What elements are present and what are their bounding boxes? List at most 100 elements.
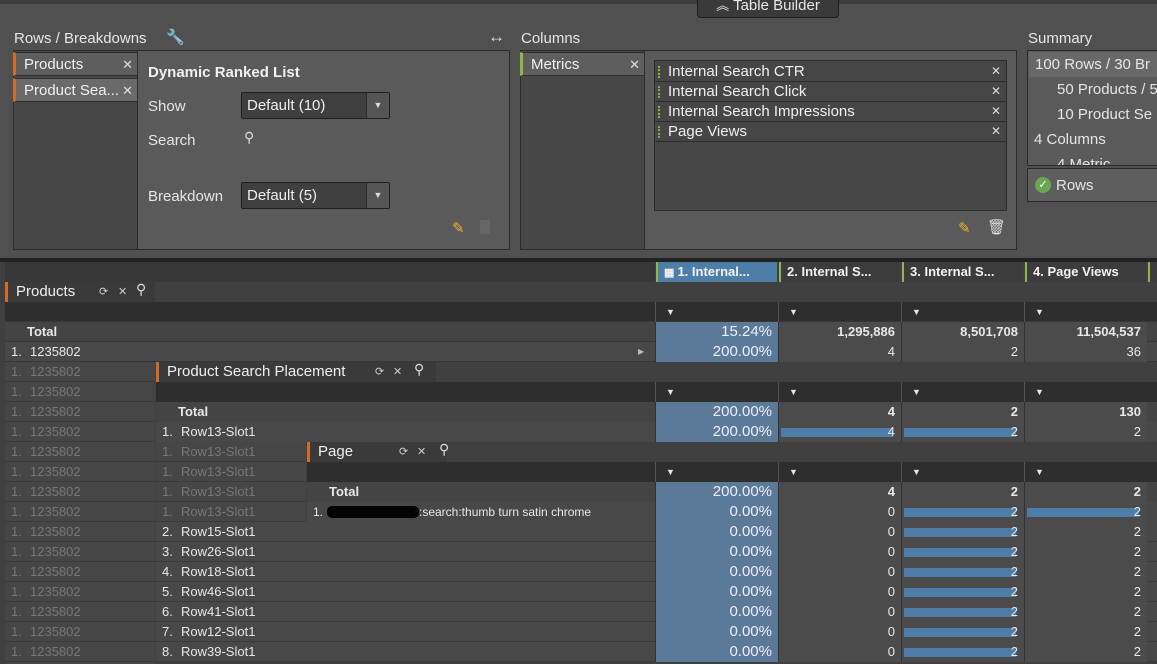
rows-chip-product-search[interactable]: Product Sea... ✕ [13,78,138,102]
sort-arrow-icon[interactable]: ▼ [1024,302,1147,322]
chip-label: Product Sea... [24,82,120,99]
pencil-icon[interactable]: ✎ [452,219,465,237]
refresh-icon[interactable]: ⟳ [375,362,384,382]
column-header-4[interactable]: 4. Page Views [1025,262,1146,282]
row-value: 0 [778,562,901,582]
row-name: Row18-Slot1 [181,564,256,579]
table-builder-toggle-button[interactable]: ︽ Table Builder [697,0,839,18]
search-icon[interactable]: ⚲ [414,361,424,378]
total-label: Total [178,404,209,419]
row-value-bar-cell: 2 [901,502,1024,522]
row-rank: 1. [11,364,22,379]
row-value: 2 [1010,564,1018,579]
row-rank: 1. [11,344,22,359]
chip-label: Metrics [531,56,580,73]
row-rank: 1. [313,505,324,519]
sort-arrow-icon[interactable]: ▼ [1024,462,1147,482]
close-icon[interactable]: ✕ [122,79,133,101]
row-rank: 1. [162,464,173,479]
show-select[interactable]: Default (10) ▼ [241,92,390,119]
row-name: 1235802 [30,444,81,459]
sort-arrow-icon[interactable]: ▼ [778,462,901,482]
search-icon[interactable]: ⚲ [244,129,254,146]
metric-item-impressions[interactable]: Internal Search Impressions ✕ [655,102,1006,122]
wrench-icon[interactable]: 🔧 [166,28,185,46]
row-value: 0.00% [655,542,778,562]
table-row-placement[interactable]: 1. Row13-Slot1 200.00% 4 2 2 [156,422,1157,442]
search-icon[interactable]: ⚲ [439,441,449,458]
trash-icon[interactable]: 🗑 [987,218,1006,236]
row-value-bar-cell: 2 [901,622,1024,642]
table-row-page[interactable]: 1. :search:thumb turn satin chrome 0.00%… [307,502,1157,522]
expand-arrow-icon[interactable]: ▶ [638,342,644,362]
ghost-row: 1. 1235802 [5,562,155,582]
metric-item-page-views[interactable]: Page Views ✕ [655,122,1006,142]
sort-arrow-icon[interactable]: ▼ [655,302,778,322]
row-value: 200.00% [655,342,778,362]
rows-chip-products[interactable]: Products ✕ [13,52,138,76]
breakdown-select[interactable]: Default (5) ▼ [241,182,390,209]
close-icon[interactable]: ✕ [118,282,127,302]
row-rank: 3. [162,544,173,559]
close-icon[interactable]: ✕ [393,362,402,382]
close-icon[interactable]: ✕ [991,122,1001,141]
summary-line: 100 Rows / 30 Br [1035,56,1151,73]
close-icon[interactable]: ✕ [122,53,133,75]
sort-arrow-icon[interactable]: ▼ [655,382,778,402]
table-row-placement[interactable]: 5. Row46-Slot1 0.00% 0 2 2 [156,582,1157,602]
row-rank: 4. [162,564,173,579]
sort-arrow-icon[interactable]: ▼ [901,382,1024,402]
close-icon[interactable]: ✕ [629,53,640,75]
sort-arrow-icon[interactable]: ▼ [901,462,1024,482]
page-breakdown-header[interactable]: Page ⟳ ✕ [307,442,447,462]
column-header-label: 4. Page Views [1033,264,1119,279]
row-name: 1235802 [30,484,81,499]
row-name: :search:thumb turn satin chrome [419,505,592,519]
columns-chip-metrics[interactable]: Metrics ✕ [520,52,645,76]
row-value: 2 [1024,562,1147,582]
close-icon[interactable]: ✕ [991,62,1001,81]
column-header-1[interactable]: ▦ 1. Internal... [656,262,777,282]
sort-arrow-icon[interactable]: ▼ [1024,382,1147,402]
table-row-product[interactable]: 1. 1235802 ▶ 200.00% 4 2 36 [5,342,1157,362]
search-label: Search [148,132,196,149]
search-icon[interactable]: ⚲ [136,281,146,298]
refresh-icon[interactable]: ⟳ [99,282,108,302]
expand-horizontal-icon[interactable]: ↔ [488,27,505,47]
column-header-3[interactable]: 3. Internal S... [902,262,1023,282]
placement-breakdown-header[interactable]: Product Search Placement ⟳ ✕ [156,362,436,382]
drag-handle-icon[interactable] [658,66,662,78]
products-breakdown-header[interactable]: Products ⟳ ✕ [5,282,155,302]
sort-arrow-icon[interactable]: ▼ [778,302,901,322]
close-icon[interactable]: ✕ [417,442,426,462]
row-rank: 1. [11,604,22,619]
row-name: 1235802 [30,544,81,559]
drag-handle-icon[interactable] [658,106,662,118]
builder-top-border [0,0,1157,4]
table-row-placement[interactable]: 3. Row26-Slot1 0.00% 0 2 2 [156,542,1157,562]
table-row-placement[interactable]: 8. Row39-Slot1 0.00% 0 2 2 [156,642,1157,662]
header-spacer [5,262,655,282]
drag-handle-icon[interactable] [658,126,662,138]
column-header-2[interactable]: 2. Internal S... [779,262,900,282]
row-name: 1235802 [30,504,81,519]
close-icon[interactable]: ✕ [991,102,1001,121]
table-row-placement[interactable]: 2. Row15-Slot1 0.00% 0 2 2 [156,522,1157,542]
trash-icon [480,220,490,234]
row-rank: 1. [11,404,22,419]
sort-arrow-icon[interactable]: ▼ [778,382,901,402]
table-row-placement[interactable]: 7. Row12-Slot1 0.00% 0 2 2 [156,622,1157,642]
metric-item-click[interactable]: Internal Search Click ✕ [655,82,1006,102]
refresh-icon[interactable]: ⟳ [399,442,408,462]
pencil-icon[interactable]: ✎ [958,219,971,237]
sort-arrow-icon[interactable]: ▼ [655,462,778,482]
table-row-placement[interactable]: 4. Row18-Slot1 0.00% 0 2 2 [156,562,1157,582]
summary-rows-button[interactable]: ✓ Rows [1027,168,1157,202]
drag-handle-icon[interactable] [658,86,662,98]
sort-arrow-icon[interactable]: ▼ [901,302,1024,322]
metric-item-ctr[interactable]: Internal Search CTR ✕ [655,62,1006,82]
close-icon[interactable]: ✕ [991,82,1001,101]
total-value: 200.00% [655,482,778,502]
row-name: 1235802 [30,624,81,639]
table-row-placement[interactable]: 6. Row41-Slot1 0.00% 0 2 2 [156,602,1157,622]
